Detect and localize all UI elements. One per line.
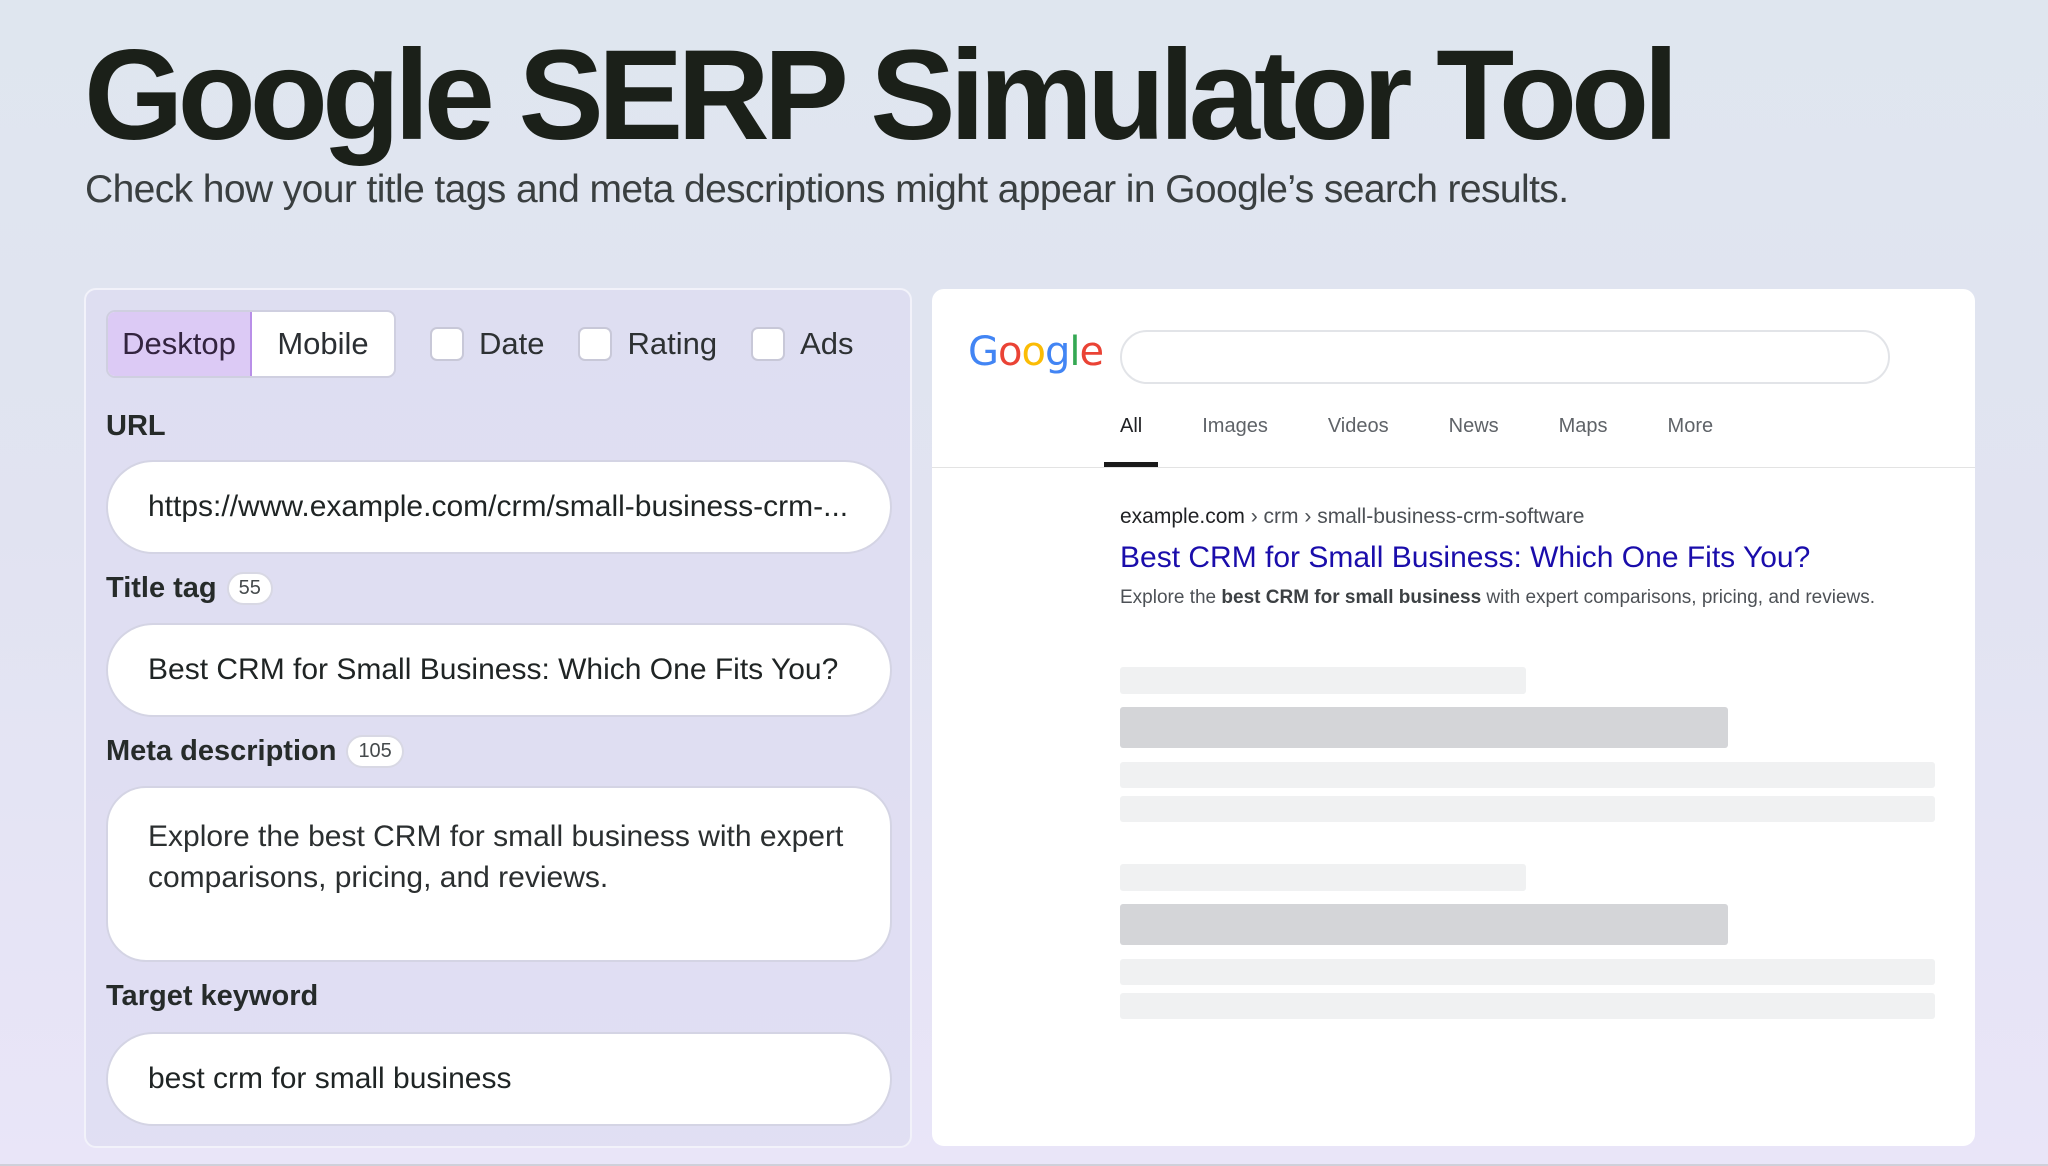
skeleton-title bbox=[1120, 707, 1728, 748]
skeleton-line bbox=[1120, 762, 1935, 788]
skeleton-title bbox=[1120, 904, 1728, 945]
result-domain: example.com bbox=[1120, 505, 1245, 528]
settings-panel: Desktop Mobile Date Rating Ads URL https… bbox=[84, 288, 912, 1148]
ads-label: Ads bbox=[800, 326, 854, 361]
meta-description-label-text: Meta description bbox=[106, 735, 337, 767]
serp-preview: Google All Images Videos News Maps More … bbox=[932, 289, 1975, 1146]
skeleton-line bbox=[1120, 667, 1526, 694]
result-breadcrumb: example.com › crm › small-business-crm-s… bbox=[1120, 505, 1875, 529]
ads-option[interactable]: Ads bbox=[751, 326, 854, 362]
page-subtitle: Check how your title tags and meta descr… bbox=[85, 168, 1569, 211]
google-search-bar[interactable] bbox=[1120, 330, 1890, 384]
title-char-count: 55 bbox=[226, 572, 273, 605]
search-result: example.com › crm › small-business-crm-s… bbox=[1120, 505, 1875, 609]
desktop-button[interactable]: Desktop bbox=[108, 312, 252, 376]
skeleton-line bbox=[1120, 959, 1935, 985]
url-value: https://www.example.com/crm/small-busine… bbox=[148, 490, 849, 523]
title-tag-label-text: Title tag bbox=[106, 572, 217, 604]
title-tag-value: Best CRM for Small Business: Which One F… bbox=[148, 653, 839, 686]
mobile-button[interactable]: Mobile bbox=[252, 312, 394, 376]
skeleton-line bbox=[1120, 993, 1935, 1019]
result-snippet: Explore the best CRM for small business … bbox=[1120, 587, 1876, 608]
google-tabs: All Images Videos News Maps More bbox=[1103, 415, 1773, 467]
tab-videos[interactable]: Videos bbox=[1328, 415, 1389, 467]
skeleton-line bbox=[1120, 796, 1935, 822]
rating-checkbox[interactable] bbox=[578, 327, 613, 361]
result-path: › crm › small-business-crm-software bbox=[1244, 505, 1585, 528]
tab-maps[interactable]: Maps bbox=[1559, 415, 1608, 467]
page-title: Google SERP Simulator Tool bbox=[84, 24, 1679, 167]
url-label: URL bbox=[106, 410, 166, 443]
rating-option[interactable]: Rating bbox=[578, 326, 717, 362]
tab-news[interactable]: News bbox=[1449, 415, 1499, 467]
meta-description-input[interactable]: Explore the best CRM for small business … bbox=[106, 786, 892, 962]
target-keyword-value: best crm for small business bbox=[148, 1062, 512, 1095]
target-keyword-label: Target keyword bbox=[106, 980, 318, 1013]
url-label-text: URL bbox=[106, 410, 166, 442]
option-checkboxes: Date Rating Ads bbox=[430, 326, 854, 362]
result-title[interactable]: Best CRM for Small Business: Which One F… bbox=[1120, 541, 1875, 575]
skeleton-line bbox=[1120, 864, 1526, 891]
snippet-keyword: best CRM for small business bbox=[1221, 587, 1482, 608]
tab-more[interactable]: More bbox=[1668, 415, 1714, 467]
date-label: Date bbox=[479, 326, 545, 361]
title-tag-input[interactable]: Best CRM for Small Business: Which One F… bbox=[106, 623, 892, 717]
date-option[interactable]: Date bbox=[430, 326, 544, 362]
google-logo: Google bbox=[968, 329, 1104, 375]
meta-char-count: 105 bbox=[346, 735, 404, 768]
rating-label: Rating bbox=[627, 326, 718, 361]
tabs-divider bbox=[932, 467, 1975, 468]
url-input[interactable]: https://www.example.com/crm/small-busine… bbox=[106, 460, 892, 554]
date-checkbox[interactable] bbox=[430, 327, 464, 361]
ads-checkbox[interactable] bbox=[751, 327, 786, 361]
meta-description-label: Meta description 105 bbox=[106, 735, 404, 768]
target-keyword-input[interactable]: best crm for small business bbox=[106, 1032, 892, 1126]
title-tag-label: Title tag 55 bbox=[106, 572, 273, 605]
target-keyword-label-text: Target keyword bbox=[106, 980, 319, 1012]
tab-images[interactable]: Images bbox=[1202, 415, 1268, 467]
device-toggle: Desktop Mobile bbox=[106, 310, 396, 378]
tab-all[interactable]: All bbox=[1103, 415, 1159, 467]
